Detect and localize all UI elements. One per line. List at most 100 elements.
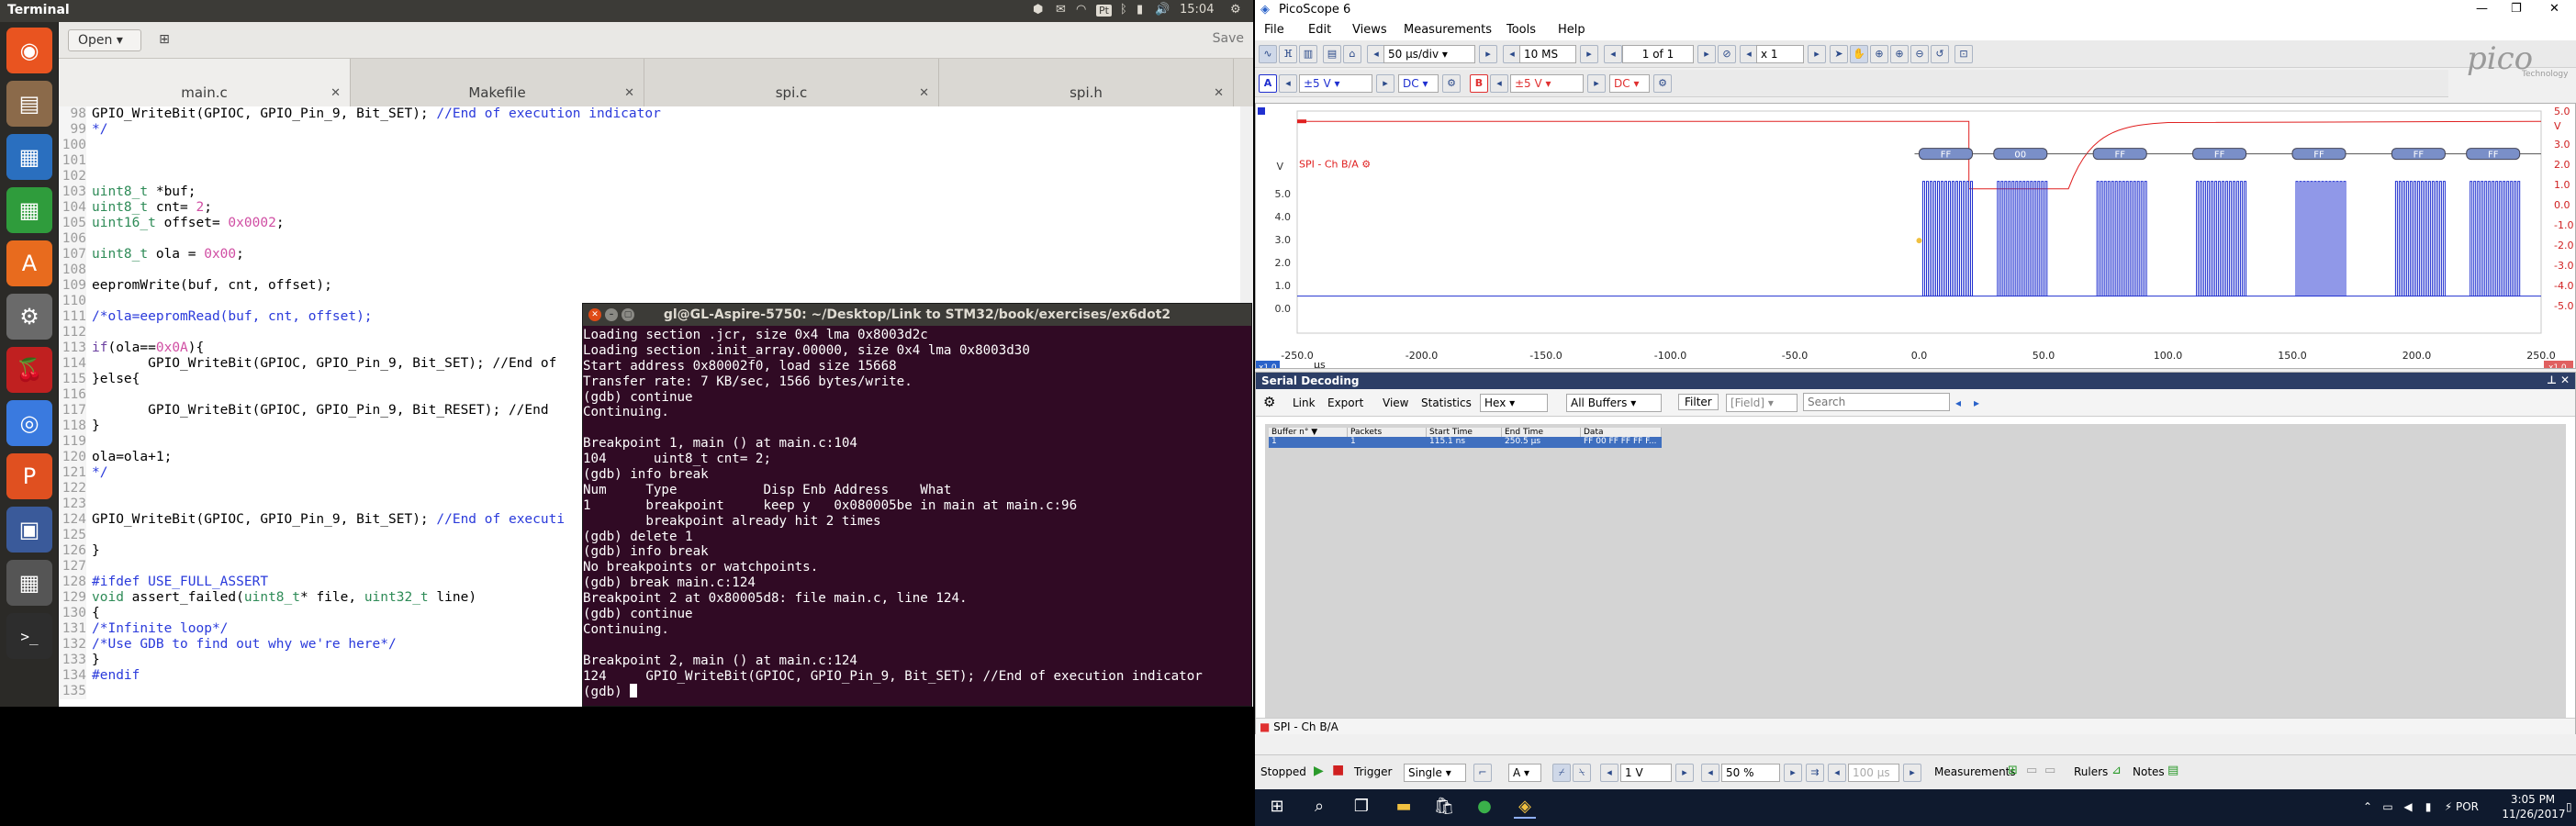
column-header[interactable]: Data [1581, 428, 1662, 437]
pretrigger-field[interactable]: 50 % [1721, 764, 1780, 782]
delay-field[interactable]: 100 µs [1848, 764, 1899, 782]
tab-spi-c[interactable]: spi.c ✕ [644, 59, 939, 106]
search-next-icon[interactable]: ▸ [1974, 396, 1979, 409]
delay-icon[interactable]: ⇉ [1806, 764, 1824, 782]
channel-b-button[interactable]: B [1470, 74, 1488, 93]
battery-icon[interactable]: ▮ [1137, 3, 1143, 17]
prev-icon[interactable]: ◂ [1279, 74, 1297, 93]
close-tab-icon[interactable]: ✕ [1214, 86, 1224, 100]
channel-a-options-icon[interactable]: ⚙ [1442, 74, 1461, 93]
clock[interactable]: 15:04 [1180, 3, 1214, 17]
zoom-region-icon[interactable]: ⊕ [1870, 45, 1888, 63]
search-prev-icon[interactable]: ◂ [1955, 396, 1961, 409]
scope-mode-icon[interactable]: ∿ [1259, 45, 1277, 63]
rising-edge-icon[interactable]: ⌿ [1552, 764, 1571, 782]
minimize-icon[interactable]: – [605, 308, 618, 321]
trigger-edge-icon[interactable]: ⌐ [1473, 764, 1492, 782]
filter-button[interactable]: Filter [1678, 394, 1719, 410]
edit-measurement-icon[interactable]: ▭ [2026, 764, 2037, 777]
pdf-icon[interactable]: P [6, 453, 52, 499]
close-tab-icon[interactable]: ✕ [330, 86, 341, 100]
export-button[interactable]: Export [1327, 396, 1363, 409]
next-icon[interactable]: ▸ [1903, 764, 1921, 782]
channel-a-button[interactable]: A [1259, 74, 1277, 93]
prev-icon[interactable]: ◂ [1503, 45, 1521, 63]
column-header[interactable]: End Time [1502, 428, 1581, 437]
prev-icon[interactable]: ◂ [1490, 74, 1508, 93]
search-icon[interactable]: ⌕ [1308, 797, 1330, 819]
start-icon[interactable]: ▶ [1314, 764, 1324, 778]
plot-area[interactable] [1296, 110, 2542, 334]
mail-icon[interactable]: ✉ [1056, 3, 1066, 17]
menu-edit[interactable]: Edit [1308, 23, 1331, 37]
zoom-overview-icon[interactable]: ⊡ [1954, 45, 1973, 63]
notifications-icon[interactable]: ▯ [2566, 800, 2572, 813]
menu-views[interactable]: Views [1352, 23, 1387, 37]
falling-edge-icon[interactable]: ⍀ [1573, 764, 1591, 782]
table-row[interactable]: 1 1 115.1 ns 250.5 µs FF 00 FF FF FF F... [1269, 437, 1662, 448]
software-center-icon[interactable]: A [6, 240, 52, 286]
start-icon[interactable]: ⊞ [1266, 797, 1288, 819]
settings-icon[interactable]: ⚙ [6, 294, 52, 340]
samples-select[interactable]: 10 MS [1519, 45, 1576, 63]
tab-spi-h[interactable]: spi.h ✕ [939, 59, 1234, 106]
prev-icon[interactable]: ◂ [1600, 764, 1618, 782]
file-explorer-icon[interactable]: ▬ [1393, 797, 1415, 819]
tab-main-c[interactable]: main.c ✕ [59, 59, 351, 106]
settings-icon[interactable]: ⚙ [1263, 394, 1275, 410]
volume-icon[interactable]: ◀ [2397, 800, 2419, 822]
close-icon[interactable]: ✕ [2549, 2, 2559, 16]
timebase-select[interactable]: 50 µs/div ▾ [1383, 45, 1475, 63]
calculator-icon[interactable]: ▦ [6, 560, 52, 606]
scope-graph[interactable]: V 5.0 4.0 3.0 2.0 1.0 0.0 -1.0 5.0 V 3.0 2.0 1.0 0.0 -… [1256, 95, 2575, 373]
column-header[interactable]: Packets [1348, 428, 1427, 437]
task-view-icon[interactable]: ❐ [1350, 797, 1372, 819]
restore-icon[interactable]: ❐ [2511, 2, 2522, 16]
view-button[interactable]: View [1383, 396, 1408, 409]
close-tab-icon[interactable]: ✕ [624, 86, 634, 100]
pointer-tool-icon[interactable]: ➤ [1830, 45, 1848, 63]
store-icon[interactable]: 🛍 [1433, 797, 1455, 819]
network-icon[interactable]: ▭ [2377, 800, 2399, 822]
prev-icon[interactable]: ◂ [1367, 45, 1385, 63]
buffers-select[interactable]: All Buffers ▾ [1566, 394, 1662, 412]
save-button[interactable]: Save [1213, 31, 1244, 46]
channel-a-marker[interactable] [1258, 107, 1265, 115]
battery-icon[interactable]: ▮ [2417, 800, 2439, 822]
hand-tool-icon[interactable]: ✋ [1850, 45, 1868, 63]
next-icon[interactable]: ▸ [1808, 45, 1826, 63]
remote-desktop-icon[interactable]: ▣ [6, 507, 52, 553]
channel-a-range[interactable]: ±5 V ▾ [1299, 74, 1372, 93]
delete-measurement-icon[interactable]: ▭ [2044, 764, 2055, 777]
next-icon[interactable]: ▸ [1479, 45, 1497, 63]
trigger-mode-select[interactable]: Single ▾ [1404, 764, 1466, 782]
statistics-button[interactable]: Statistics [1421, 396, 1472, 409]
volume-icon[interactable]: 🔊 [1155, 3, 1170, 17]
next-icon[interactable]: ▸ [1675, 764, 1694, 782]
column-header[interactable]: Start Time [1427, 428, 1502, 437]
next-icon[interactable]: ▸ [1580, 45, 1598, 63]
prev-buffer-icon[interactable]: ◂ [1604, 45, 1622, 63]
menu-tools[interactable]: Tools [1506, 23, 1536, 37]
prev-icon[interactable]: ◂ [1828, 764, 1846, 782]
zoom-field[interactable]: x 1 [1756, 45, 1804, 63]
calc-icon[interactable]: ▦ [6, 187, 52, 233]
link-button[interactable]: Link [1293, 396, 1316, 409]
prev-icon[interactable]: ◂ [1740, 45, 1758, 63]
close-icon[interactable]: ✕ [588, 308, 601, 321]
undo-zoom-icon[interactable]: ↺ [1931, 45, 1949, 63]
picoscope-taskbar-icon[interactable]: ◈ [1514, 797, 1536, 819]
channel-b-coupling[interactable]: DC ▾ [1609, 74, 1650, 93]
open-button[interactable]: Open ▾ [68, 29, 141, 51]
close-icon[interactable]: ✕ [2560, 374, 2570, 386]
dropbox-icon[interactable]: ⬢ [1033, 3, 1043, 17]
terminal-output[interactable]: Loading section .jcr, size 0x4 lma 0x800… [583, 328, 1251, 708]
rulers-icon[interactable]: ⊿ [2111, 764, 2122, 777]
tray-up-icon[interactable]: ⌃ [2357, 800, 2379, 822]
power-gear-icon[interactable]: ⚙ [1230, 3, 1241, 17]
trigger-channel-select[interactable]: A ▾ [1508, 764, 1541, 782]
stop-icon[interactable]: ■ [1332, 763, 1344, 777]
next-icon[interactable]: ▸ [1784, 764, 1802, 782]
scope-view[interactable]: V 5.0 4.0 3.0 2.0 1.0 0.0 -1.0 5.0 V 3.0 2.0 1.0 0.0 -… [1255, 95, 2576, 373]
persistence-mode-icon[interactable]: ⴼ [1279, 45, 1297, 63]
